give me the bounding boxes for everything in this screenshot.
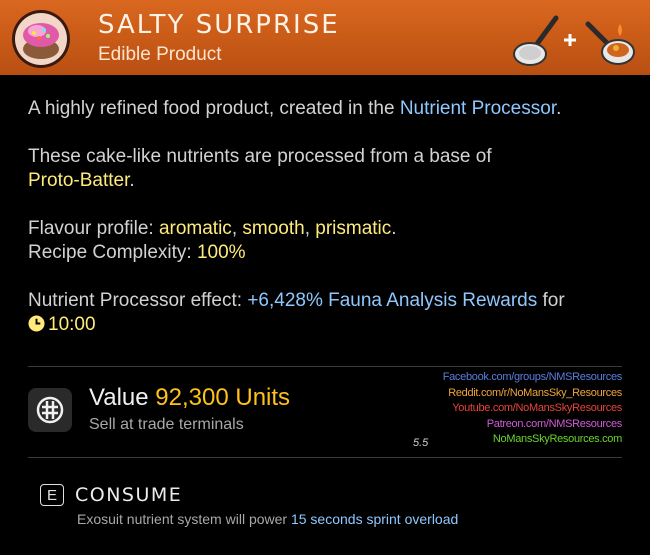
consume-key-hint[interactable]: E [40, 484, 64, 506]
consume-description: Exosuit nutrient system will power 15 se… [77, 511, 459, 527]
flavour-tag: aromatic [158, 218, 232, 239]
link-website: NoMansSkyResources.com [492, 433, 622, 445]
value-hint: Sell at trade terminals [89, 416, 244, 433]
plus-icon [564, 34, 576, 46]
effect-duration: 10:00 [48, 314, 96, 335]
units-icon [28, 388, 72, 432]
description-paragraph: These cake-like nutrients are processed … [28, 146, 492, 191]
link-facebook: Facebook.com/groups/NMSResources [442, 371, 623, 383]
resource-links: Facebook.com/groups/NMSResources Reddit.… [442, 370, 623, 448]
flavour-tag: smooth [242, 218, 305, 239]
divider [28, 457, 622, 458]
frying-pan-icon [513, 15, 559, 66]
game-version: 5.5 [413, 437, 429, 449]
proto-batter-link: Proto-Batter [28, 170, 130, 191]
item-value: Value 92,300 Units [89, 384, 291, 411]
cooking-pan-icon [585, 21, 635, 65]
consume-action[interactable]: CONSUME [75, 484, 182, 506]
divider [28, 366, 622, 367]
recipe-icons [513, 15, 635, 66]
link-reddit: Reddit.com/r/NoMansSky_Resources [448, 386, 622, 399]
item-title: SALTY SURPRISE [98, 10, 340, 40]
link-patreon: Patreon.com/NMSResources [486, 417, 623, 430]
link-youtube: Youtube.com/NoMansSkyResources [452, 402, 622, 414]
consume-effect: 15 seconds sprint overload [290, 511, 459, 527]
value-amount: 92,300 Units [155, 384, 291, 411]
effect-value: +6,428% Fauna Analysis Rewards [247, 290, 538, 311]
description-paragraph: A highly refined food product, created i… [28, 98, 562, 119]
recipe-complexity: Recipe Complexity: 100% [28, 242, 246, 263]
flavour-tag: prismatic [315, 218, 392, 239]
clock-icon [28, 315, 45, 332]
flavour-profile: Flavour profile: aromatic, smooth, prism… [28, 218, 397, 239]
complexity-value: 100% [196, 242, 246, 263]
cake-icon [12, 10, 70, 68]
processor-effect: Nutrient Processor effect: +6,428% Fauna… [28, 290, 565, 335]
item-description: A highly refined food product, created i… [28, 97, 628, 337]
item-category: Edible Product [98, 44, 222, 65]
item-header: SALTY SURPRISE Edible Product [0, 0, 650, 75]
nutrient-processor-link: Nutrient Processor [399, 98, 557, 119]
